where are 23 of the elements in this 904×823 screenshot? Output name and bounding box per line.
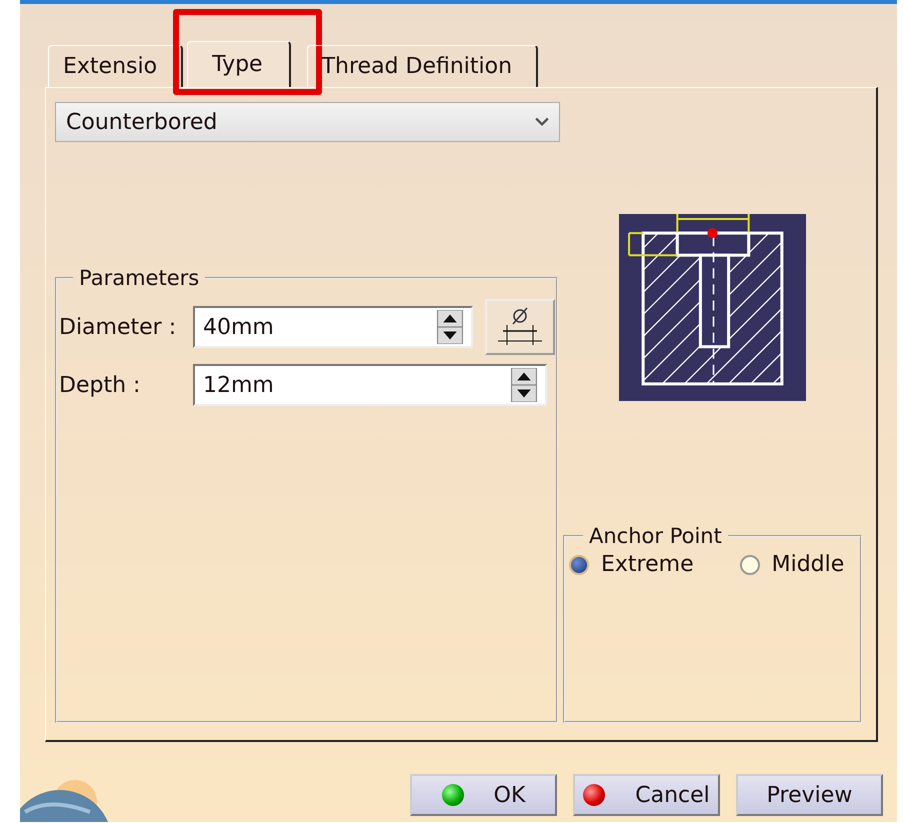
hole-type-dropdown[interactable]: Counterbored [55, 102, 560, 142]
radio-button[interactable] [569, 554, 589, 574]
caret-icon [535, 117, 549, 127]
field-label: Depth : [59, 372, 142, 398]
input-field[interactable]: 12mm [193, 364, 547, 406]
tab[interactable]: Type [187, 41, 291, 87]
radio-button[interactable] [740, 554, 760, 574]
status-light-icon [442, 784, 464, 806]
radio-option[interactable]: Middle [740, 552, 844, 577]
input-field[interactable]: 40mm [193, 306, 473, 348]
radio-label: Extreme [601, 552, 694, 577]
preview-button[interactable]: Preview [736, 774, 883, 816]
diameter-button[interactable] [485, 299, 555, 355]
field-label: Diameter : [59, 314, 178, 340]
status-light-icon [583, 784, 606, 806]
group-title: Anchor Point [588, 524, 723, 548]
radio-label: Middle [772, 552, 844, 577]
group-title: Parameters [78, 266, 200, 290]
radio-option[interactable]: Extreme [569, 552, 694, 577]
cancel-button[interactable]: Cancel [573, 774, 720, 816]
diameter-dimension-icon [495, 307, 545, 347]
tab[interactable]: Extensio [48, 45, 184, 87]
ok-button[interactable]: OK [410, 774, 557, 816]
